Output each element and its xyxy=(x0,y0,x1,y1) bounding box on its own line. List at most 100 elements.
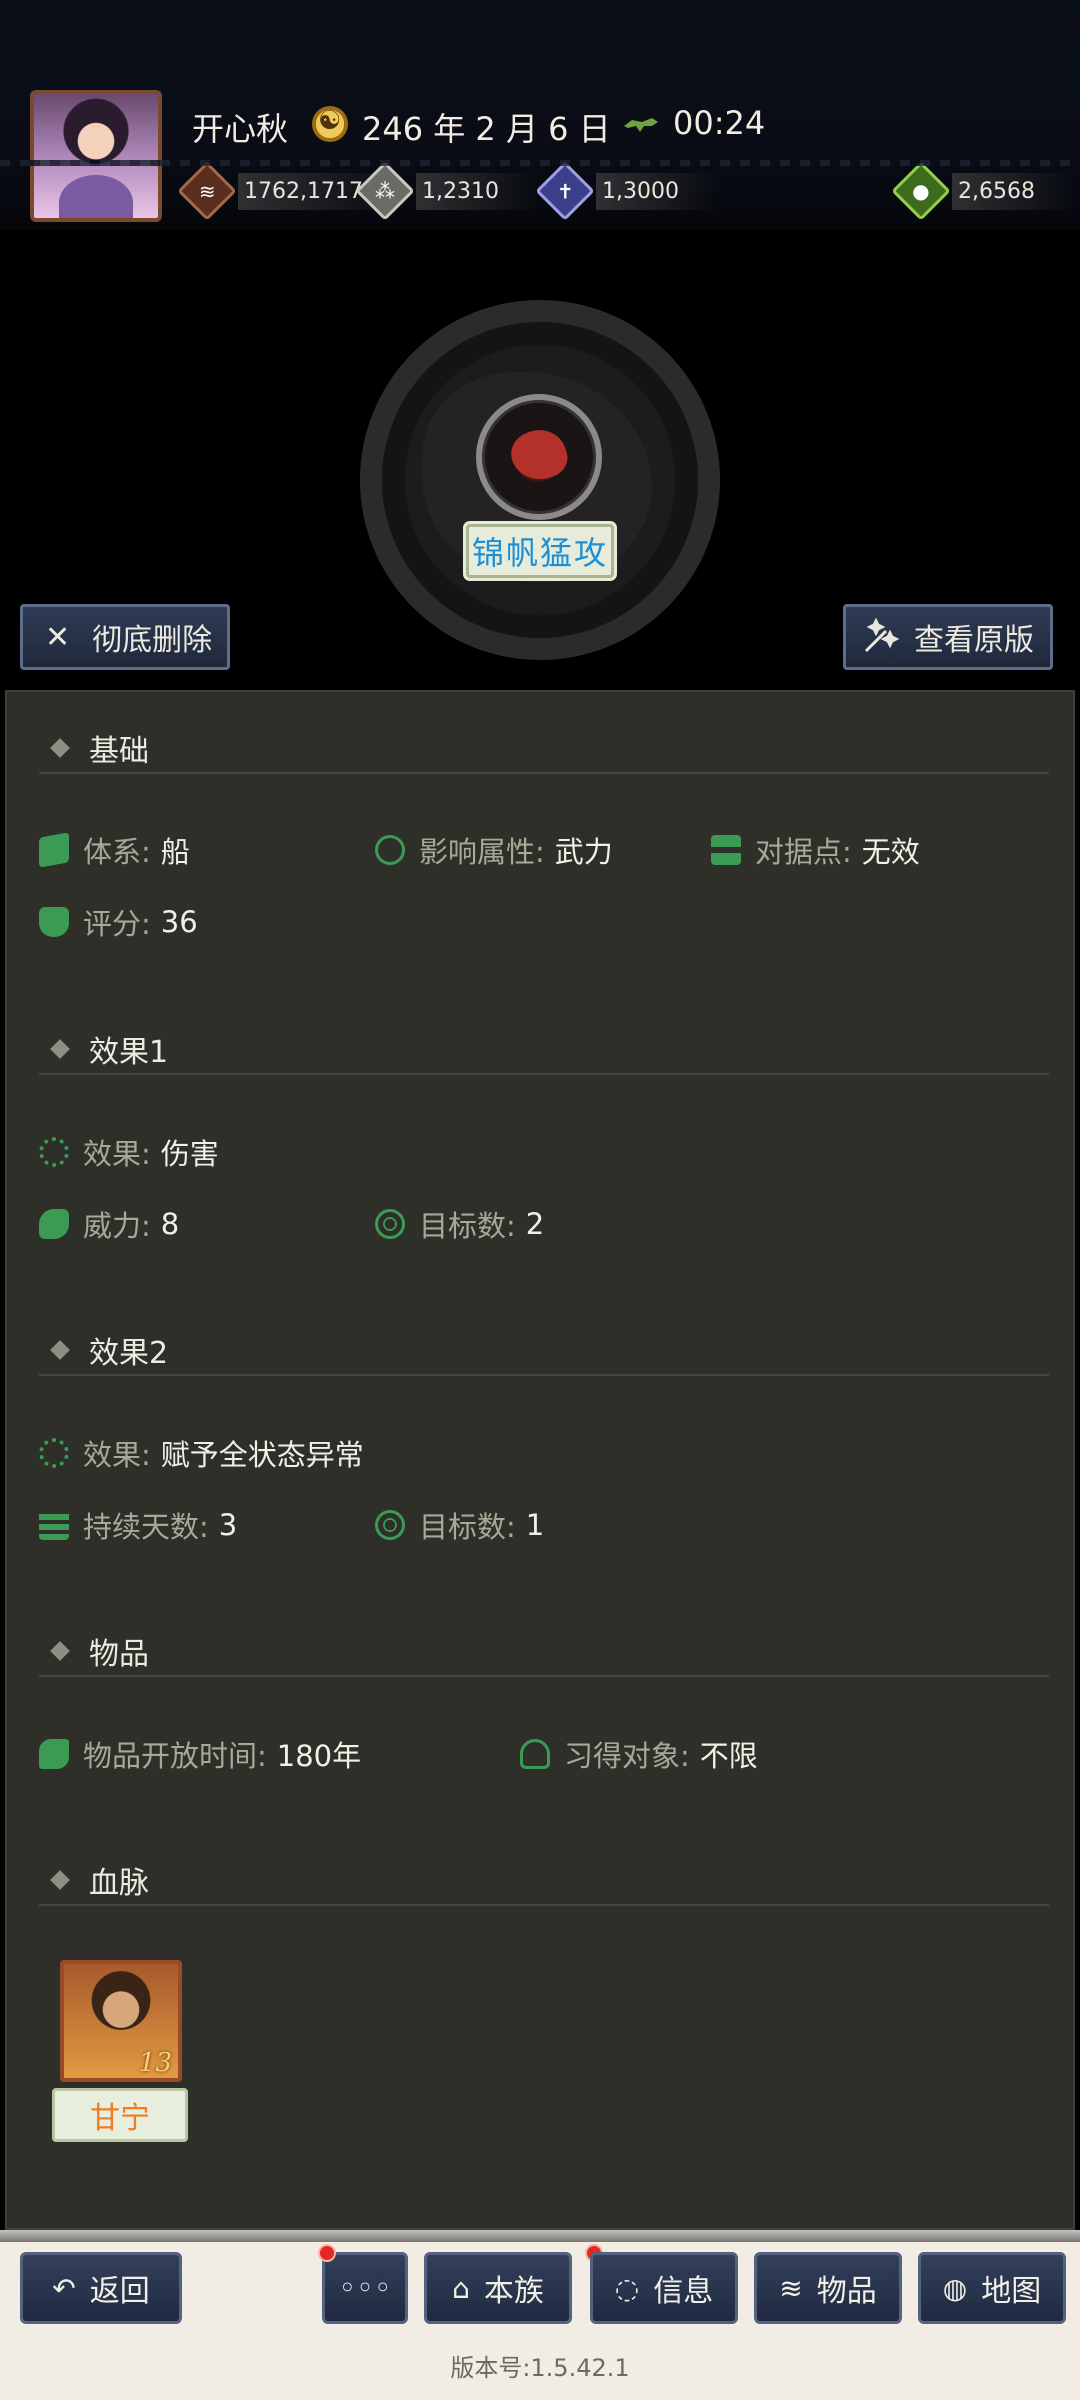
general-portrait[interactable]: 13 xyxy=(60,1960,182,2082)
field-label: 体系: xyxy=(83,835,151,869)
clan-icon: ⌂ xyxy=(452,2271,470,2305)
diamond-icon xyxy=(50,1641,70,1661)
resource-grain[interactable]: ⁂ 1,2310 xyxy=(355,161,539,221)
info-label: 信息 xyxy=(653,2274,714,2309)
gear-icon xyxy=(39,1137,69,1167)
dragon-icon xyxy=(39,1209,69,1239)
target-icon xyxy=(375,1510,405,1540)
soldier-icon: ✝ xyxy=(535,161,595,221)
field-target-count: 目标数: 2 xyxy=(375,1202,544,1246)
clan-label: 本族 xyxy=(483,2274,544,2309)
items-label: 物品 xyxy=(816,2274,877,2309)
skill-icon xyxy=(476,394,602,520)
items-icon: ≋ xyxy=(779,2271,803,2305)
section-title-effect2: 效果2 xyxy=(89,1336,169,1371)
section-header: 效果1 xyxy=(39,1025,1049,1075)
close-icon: ✕ xyxy=(45,619,71,655)
field-value: 无效 xyxy=(861,835,920,869)
notification-dot xyxy=(318,2244,336,2262)
section-title-bloodline: 血脉 xyxy=(89,1866,149,1901)
field-value: 武力 xyxy=(554,835,613,869)
version-number: 版本号:1.5.42.1 xyxy=(450,2354,630,2382)
view-original-button[interactable]: 查看原版 xyxy=(843,604,1053,670)
money-bag-icon: ● xyxy=(891,161,951,221)
info-button[interactable]: ◌ 信息 xyxy=(590,2252,738,2324)
section-title-effect1: 效果1 xyxy=(89,1035,169,1070)
field-value: 赋予全状态异常 xyxy=(160,1438,364,1472)
field-effect: 效果: 伤害 xyxy=(39,1130,219,1174)
field-value: 不限 xyxy=(699,1739,758,1773)
field-item-open-time: 物品开放时间: 180年 xyxy=(39,1732,361,1776)
field-label: 习得对象: xyxy=(564,1739,690,1773)
back-label: 返回 xyxy=(89,2274,150,2309)
section-basic: 基础 xyxy=(39,724,1049,774)
field-label: 对据点: xyxy=(755,835,852,869)
field-value: 3 xyxy=(218,1508,238,1542)
player-avatar[interactable] xyxy=(30,90,162,222)
game-time: 00:24 xyxy=(673,104,766,142)
resource-grain-value: 1,2310 xyxy=(416,172,539,210)
globe-icon: ◍ xyxy=(942,2271,968,2305)
diamond-icon xyxy=(50,1870,70,1890)
field-label: 评分: xyxy=(83,907,151,941)
section-effect1: 效果1 xyxy=(39,1025,1049,1075)
diamond-icon xyxy=(50,1340,70,1360)
back-button[interactable]: ↶ 返回 xyxy=(20,2252,182,2324)
diamond-icon xyxy=(50,738,70,758)
coin-icon: ≋ xyxy=(177,161,237,221)
section-item: 物品 xyxy=(39,1627,1049,1677)
more-button[interactable]: ◦◦◦ xyxy=(322,2252,408,2324)
resource-soldiers-value: 1,3000 xyxy=(596,172,719,210)
view-original-label: 查看原版 xyxy=(914,623,1034,658)
field-value: 8 xyxy=(160,1207,180,1241)
field-value: 船 xyxy=(160,835,190,869)
field-affected-attribute: 影响属性: 武力 xyxy=(375,828,613,872)
sparkle-icon xyxy=(864,617,900,653)
section-bloodline: 血脉 xyxy=(39,1856,1049,1906)
field-power: 威力: 8 xyxy=(39,1202,179,1246)
map-button[interactable]: ◍ 地图 xyxy=(918,2252,1066,2324)
section-header: 效果2 xyxy=(39,1326,1049,1376)
field-value: 180年 xyxy=(276,1739,362,1773)
general-card[interactable]: 13 甘宁 xyxy=(52,1960,192,2142)
delete-permanently-button[interactable]: ✕ 彻底删除 xyxy=(20,604,230,670)
section-header: 物品 xyxy=(39,1627,1049,1677)
delete-permanently-label: 彻底删除 xyxy=(92,623,213,658)
target-icon xyxy=(375,1209,405,1239)
gear-icon xyxy=(39,1438,69,1468)
field-value: 1 xyxy=(525,1508,545,1542)
resource-gold[interactable]: ● 2,6568 xyxy=(891,161,1075,221)
cube-icon xyxy=(39,832,69,868)
wall-icon xyxy=(39,1510,69,1540)
field-learner: 习得对象: 不限 xyxy=(520,1732,758,1776)
clan-button[interactable]: ⌂ 本族 xyxy=(424,2252,572,2324)
field-value: 伤害 xyxy=(160,1137,219,1171)
scroll-icon xyxy=(39,1739,69,1769)
skill-name: 锦帆猛攻 xyxy=(466,524,614,578)
field-effect: 效果: 赋予全状态异常 xyxy=(39,1431,364,1475)
back-arrow-icon: ↶ xyxy=(52,2271,76,2305)
horse-icon xyxy=(624,118,658,132)
field-label: 物品开放时间: xyxy=(83,1739,267,1773)
items-button[interactable]: ≋ 物品 xyxy=(754,2252,902,2324)
map-label: 地图 xyxy=(981,2274,1042,2309)
field-target-count: 目标数: 1 xyxy=(375,1503,544,1547)
resource-soldiers[interactable]: ✝ 1,3000 xyxy=(535,161,719,221)
section-header: 血脉 xyxy=(39,1856,1049,1906)
fortress-icon xyxy=(711,835,741,865)
section-effect2: 效果2 xyxy=(39,1326,1049,1376)
resource-gold-value: 2,6568 xyxy=(952,172,1075,210)
field-label: 效果: xyxy=(83,1137,151,1171)
calendar-icon xyxy=(312,106,348,142)
bottom-nav: ↶ 返回 ◦◦◦ ⌂ 本族 ◌ 信息 ≋ 物品 ◍ 地图 版本号:1.5.42.… xyxy=(0,2230,1080,2400)
game-date: 246 年 2 月 6 日 xyxy=(362,110,611,148)
field-label: 目标数: xyxy=(419,1209,516,1243)
person-icon xyxy=(520,1739,550,1769)
section-header: 基础 xyxy=(39,724,1049,774)
grain-icon: ⁂ xyxy=(355,161,415,221)
arm-icon xyxy=(375,835,405,865)
chat-icon: ◌ xyxy=(614,2271,640,2305)
player-name: 开心秋 xyxy=(192,110,289,148)
field-label: 影响属性: xyxy=(419,835,545,869)
general-name: 甘宁 xyxy=(52,2088,188,2142)
